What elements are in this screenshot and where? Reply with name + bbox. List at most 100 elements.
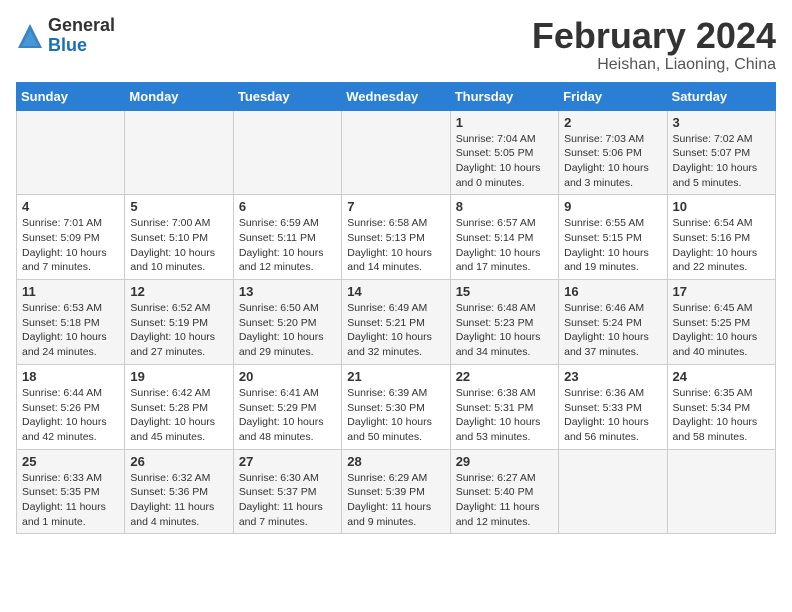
day-number: 18: [22, 369, 119, 384]
day-number: 25: [22, 454, 119, 469]
day-number: 17: [673, 284, 770, 299]
day-number: 19: [130, 369, 227, 384]
day-number: 11: [22, 284, 119, 299]
calendar-cell: 15Sunrise: 6:48 AMSunset: 5:23 PMDayligh…: [450, 280, 558, 365]
calendar-cell: 14Sunrise: 6:49 AMSunset: 5:21 PMDayligh…: [342, 280, 450, 365]
day-number: 27: [239, 454, 336, 469]
day-info: Sunrise: 7:03 AMSunset: 5:06 PMDaylight:…: [564, 132, 661, 191]
day-number: 23: [564, 369, 661, 384]
day-info: Sunrise: 6:57 AMSunset: 5:14 PMDaylight:…: [456, 216, 553, 275]
calendar-cell: [125, 110, 233, 195]
calendar-cell: 28Sunrise: 6:29 AMSunset: 5:39 PMDayligh…: [342, 449, 450, 534]
logo: General Blue: [16, 16, 115, 56]
day-info: Sunrise: 6:39 AMSunset: 5:30 PMDaylight:…: [347, 386, 444, 445]
calendar-cell: 16 Sunrise: 6:46 AMSunset: 5:24 PMDayligh…: [559, 280, 667, 365]
weekday-header-tuesday: Tuesday: [233, 82, 341, 110]
calendar-cell: [342, 110, 450, 195]
calendar-cell: 26 Sunrise: 6:32 AMSunset: 5:36 PMDayligh…: [125, 449, 233, 534]
day-info: Sunrise: 6:59 AMSunset: 5:11 PMDaylight:…: [239, 216, 336, 275]
day-info: Sunrise: 6:27 AMSunset: 5:40 PMDaylight:…: [456, 471, 553, 530]
calendar-cell: 23 Sunrise: 6:36 AMSunset: 5:33 PMDayligh…: [559, 364, 667, 449]
day-number: 13: [239, 284, 336, 299]
day-info: Sunrise: 6:36 AMSunset: 5:33 PMDaylight:…: [564, 386, 661, 445]
day-info: Sunrise: 6:52 AMSunset: 5:19 PMDaylight:…: [130, 301, 227, 360]
day-number: 3: [673, 115, 770, 130]
calendar-cell: 6 Sunrise: 6:59 AMSunset: 5:11 PMDaylight…: [233, 195, 341, 280]
calendar-week-row: 4 Sunrise: 7:01 AMSunset: 5:09 PMDaylight…: [17, 195, 776, 280]
day-info: Sunrise: 6:44 AMSunset: 5:26 PMDaylight:…: [22, 386, 119, 445]
day-number: 22: [456, 369, 553, 384]
day-info: Sunrise: 6:50 AMSunset: 5:20 PMDaylight:…: [239, 301, 336, 360]
day-info: Sunrise: 6:30 AMSunset: 5:37 PMDaylight:…: [239, 471, 336, 530]
day-info: Sunrise: 7:02 AMSunset: 5:07 PMDaylight:…: [673, 132, 770, 191]
calendar-cell: 11 Sunrise: 6:53 AMSunset: 5:18 PMDayligh…: [17, 280, 125, 365]
day-info: Sunrise: 6:54 AMSunset: 5:16 PMDaylight:…: [673, 216, 770, 275]
day-info: Sunrise: 6:45 AMSunset: 5:25 PMDaylight:…: [673, 301, 770, 360]
day-number: 5: [130, 199, 227, 214]
calendar-cell: 3 Sunrise: 7:02 AMSunset: 5:07 PMDaylight…: [667, 110, 775, 195]
calendar-week-row: 1 Sunrise: 7:04 AMSunset: 5:05 PMDaylight…: [17, 110, 776, 195]
day-info: Sunrise: 6:41 AMSunset: 5:29 PMDaylight:…: [239, 386, 336, 445]
day-info: Sunrise: 6:32 AMSunset: 5:36 PMDaylight:…: [130, 471, 227, 530]
day-info: Sunrise: 7:01 AMSunset: 5:09 PMDaylight:…: [22, 216, 119, 275]
weekday-header-thursday: Thursday: [450, 82, 558, 110]
calendar-cell: [667, 449, 775, 534]
calendar-cell: 24Sunrise: 6:35 AMSunset: 5:34 PMDayligh…: [667, 364, 775, 449]
calendar-cell: [233, 110, 341, 195]
day-info: Sunrise: 6:53 AMSunset: 5:18 PMDaylight:…: [22, 301, 119, 360]
weekday-header-wednesday: Wednesday: [342, 82, 450, 110]
day-info: Sunrise: 6:46 AMSunset: 5:24 PMDaylight:…: [564, 301, 661, 360]
day-number: 26: [130, 454, 227, 469]
calendar-cell: 7Sunrise: 6:58 AMSunset: 5:13 PMDaylight…: [342, 195, 450, 280]
day-number: 12: [130, 284, 227, 299]
calendar-cell: 21 Sunrise: 6:39 AMSunset: 5:30 PMDayligh…: [342, 364, 450, 449]
title-area: February 2024 Heishan, Liaoning, China: [532, 16, 776, 74]
month-title: February 2024: [532, 16, 776, 56]
day-number: 21: [347, 369, 444, 384]
day-number: 10: [673, 199, 770, 214]
calendar-cell: 19 Sunrise: 6:42 AMSunset: 5:28 PMDayligh…: [125, 364, 233, 449]
day-info: Sunrise: 6:49 AMSunset: 5:21 PMDaylight:…: [347, 301, 444, 360]
day-number: 16: [564, 284, 661, 299]
calendar-table: SundayMondayTuesdayWednesdayThursdayFrid…: [16, 82, 776, 535]
calendar-week-row: 25 Sunrise: 6:33 AMSunset: 5:35 PMDayligh…: [17, 449, 776, 534]
day-info: Sunrise: 6:33 AMSunset: 5:35 PMDaylight:…: [22, 471, 119, 530]
weekday-header-sunday: Sunday: [17, 82, 125, 110]
calendar-cell: 4 Sunrise: 7:01 AMSunset: 5:09 PMDaylight…: [17, 195, 125, 280]
day-number: 4: [22, 199, 119, 214]
weekday-header-monday: Monday: [125, 82, 233, 110]
calendar-cell: 29 Sunrise: 6:27 AMSunset: 5:40 PMDayligh…: [450, 449, 558, 534]
calendar-cell: 20 Sunrise: 6:41 AMSunset: 5:29 PMDayligh…: [233, 364, 341, 449]
day-number: 6: [239, 199, 336, 214]
day-number: 28: [347, 454, 444, 469]
calendar-cell: 17 Sunrise: 6:45 AMSunset: 5:25 PMDayligh…: [667, 280, 775, 365]
logo-icon: [16, 22, 44, 50]
day-info: Sunrise: 6:48 AMSunset: 5:23 PMDaylight:…: [456, 301, 553, 360]
day-info: Sunrise: 6:38 AMSunset: 5:31 PMDaylight:…: [456, 386, 553, 445]
calendar-cell: 12 Sunrise: 6:52 AMSunset: 5:19 PMDayligh…: [125, 280, 233, 365]
calendar-cell: 2Sunrise: 7:03 AMSunset: 5:06 PMDaylight…: [559, 110, 667, 195]
day-info: Sunrise: 6:42 AMSunset: 5:28 PMDaylight:…: [130, 386, 227, 445]
calendar-cell: 22 Sunrise: 6:38 AMSunset: 5:31 PMDayligh…: [450, 364, 558, 449]
day-info: Sunrise: 6:55 AMSunset: 5:15 PMDaylight:…: [564, 216, 661, 275]
weekday-header-saturday: Saturday: [667, 82, 775, 110]
weekday-header-row: SundayMondayTuesdayWednesdayThursdayFrid…: [17, 82, 776, 110]
day-info: Sunrise: 7:00 AMSunset: 5:10 PMDaylight:…: [130, 216, 227, 275]
location-subtitle: Heishan, Liaoning, China: [532, 56, 776, 74]
day-info: Sunrise: 7:04 AMSunset: 5:05 PMDaylight:…: [456, 132, 553, 191]
calendar-cell: 25 Sunrise: 6:33 AMSunset: 5:35 PMDayligh…: [17, 449, 125, 534]
calendar-cell: 8Sunrise: 6:57 AMSunset: 5:14 PMDaylight…: [450, 195, 558, 280]
logo-text: General Blue: [48, 16, 115, 56]
logo-blue: Blue: [48, 35, 87, 55]
calendar-cell: [559, 449, 667, 534]
day-number: 29: [456, 454, 553, 469]
calendar-cell: 1 Sunrise: 7:04 AMSunset: 5:05 PMDaylight…: [450, 110, 558, 195]
calendar-cell: 5 Sunrise: 7:00 AMSunset: 5:10 PMDaylight…: [125, 195, 233, 280]
calendar-cell: 9Sunrise: 6:55 AMSunset: 5:15 PMDaylight…: [559, 195, 667, 280]
day-number: 7: [347, 199, 444, 214]
day-number: 1: [456, 115, 553, 130]
day-info: Sunrise: 6:35 AMSunset: 5:34 PMDaylight:…: [673, 386, 770, 445]
calendar-cell: 18 Sunrise: 6:44 AMSunset: 5:26 PMDayligh…: [17, 364, 125, 449]
calendar-week-row: 18 Sunrise: 6:44 AMSunset: 5:26 PMDayligh…: [17, 364, 776, 449]
day-number: 20: [239, 369, 336, 384]
